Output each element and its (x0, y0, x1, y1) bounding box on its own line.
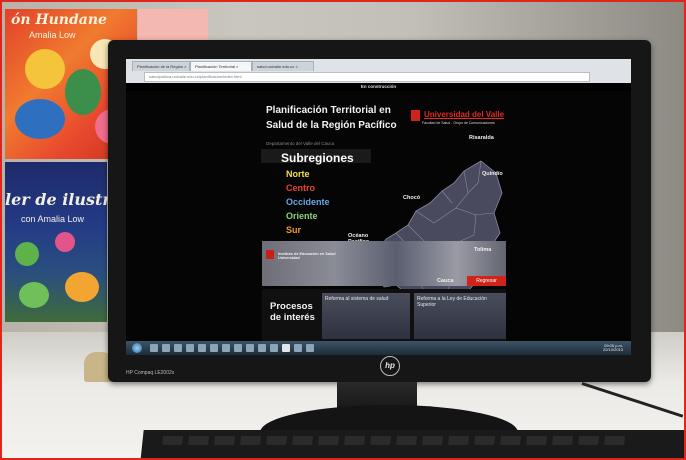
taskbar-app-icon[interactable] (234, 344, 242, 352)
taskbar-app-icon[interactable] (186, 344, 194, 352)
regresar-button[interactable]: Regresar (467, 276, 506, 286)
browser-tab[interactable]: Planificación de la Región × (132, 61, 190, 71)
map-label-choco: Chocó (403, 195, 421, 201)
page-title: Planificación Territorial en Salud de la… (266, 105, 397, 131)
department-label: Departamento del Valle del Cauca (266, 141, 335, 146)
university-link[interactable]: Universidad del Valle (424, 110, 504, 119)
taskbar-app-icon[interactable] (282, 344, 290, 352)
address-bar[interactable]: saludpublica.univalle.edu.co/planificaci… (144, 72, 590, 82)
taskbar-app-icon[interactable] (270, 344, 278, 352)
taskbar-app-icon[interactable] (258, 344, 266, 352)
region-link-oriente[interactable]: Oriente (286, 211, 318, 221)
browser-tab[interactable]: salud.univalle.edu.co × (252, 61, 314, 71)
taskbar-app-icon[interactable] (222, 344, 230, 352)
university-logo (411, 110, 420, 121)
clock-date: 22/10/2013 (602, 347, 623, 352)
hp-logo: hp (380, 356, 400, 376)
region-link-norte[interactable]: Norte (286, 169, 310, 179)
taskbar-app-icon[interactable] (162, 344, 170, 352)
monitor-model: HP Compaq LE2002x (126, 370, 175, 376)
region-link-sur[interactable]: Sur (286, 225, 301, 235)
banner-logo (266, 250, 274, 259)
taskbar-app-icon[interactable] (246, 344, 254, 352)
taskbar-app-icon[interactable] (198, 344, 206, 352)
taskbar-app-icon[interactable] (150, 344, 158, 352)
construction-notice: En construcción (126, 83, 631, 91)
keyboard (140, 430, 684, 458)
taskbar-app-icon[interactable] (174, 344, 182, 352)
process-card[interactable]: Reforma al sistema de salud (322, 293, 410, 339)
faculty-label: Facultad de Salud - Grupo de Comunicacio… (422, 121, 495, 125)
poster-subtitle: con Amalia Low (21, 214, 85, 224)
poster-title: ón Hundane (11, 12, 107, 28)
taskbar: 09:05 p.m. 22/10/2013 (126, 341, 631, 355)
process-card[interactable]: Reforma a la Ley de Educación Superior (414, 293, 506, 339)
subregions-heading: Subregiones (281, 151, 354, 165)
photo-frame: ón Hundane Amalia Low ler de ilustració … (0, 0, 686, 460)
region-link-centro[interactable]: Centro (286, 183, 315, 193)
taskbar-app-icon[interactable] (210, 344, 218, 352)
start-button[interactable] (132, 343, 142, 353)
taskbar-app-icon[interactable] (306, 344, 314, 352)
browser-chrome: Planificación de la Región × Planificaci… (126, 59, 631, 83)
taskbar-clock[interactable]: 09:05 p.m. 22/10/2013 (603, 344, 623, 352)
map-label-risaralda: Risaralda (469, 135, 494, 141)
map-label-cauca: Cauca (437, 278, 454, 284)
region-link-occidente[interactable]: Occidente (286, 197, 330, 207)
map-label-tolima: Tolima (474, 247, 492, 253)
poster-illustration-bottom: ler de ilustració con Amalia Low (5, 162, 148, 322)
web-page: En construcción Planificación Territoria… (126, 83, 631, 341)
taskbar-app-icon[interactable] (294, 344, 302, 352)
map-label-quindio: Quindío (482, 171, 503, 177)
poster-subtitle: Amalia Low (29, 30, 76, 40)
processes-heading: Procesos de interés (270, 301, 315, 323)
screen: Planificación de la Región × Planificaci… (126, 59, 631, 355)
banner-text: Instituto de Educación en Salud Universi… (278, 252, 336, 260)
browser-tab-active[interactable]: Planificación Territorial × (190, 61, 252, 71)
